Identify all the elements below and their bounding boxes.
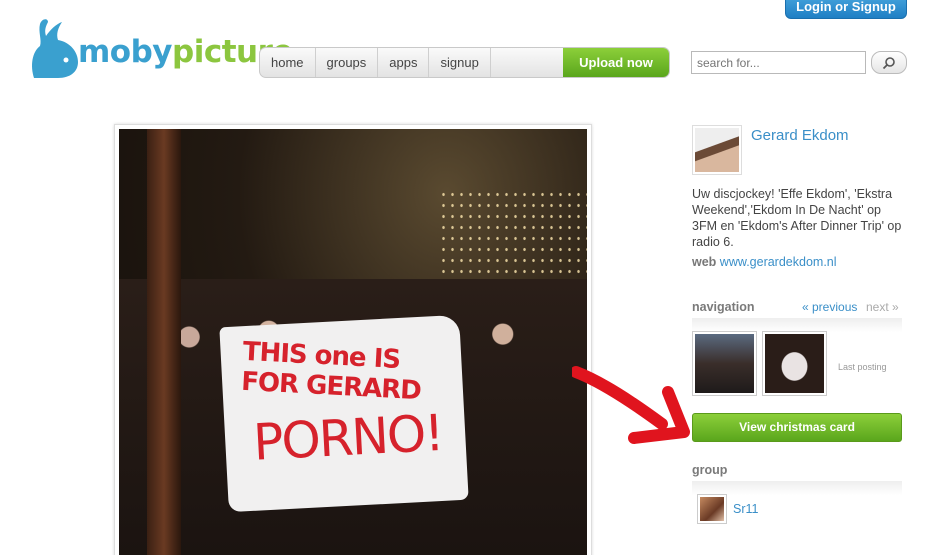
group-name-link[interactable]: Sr11 (733, 502, 758, 516)
user-bio: Uw discjockey! 'Effe Ekdom', 'Ekstra Wee… (692, 187, 902, 249)
web-label: web (692, 255, 717, 269)
logo-moby: moby (78, 34, 173, 70)
login-signup-button[interactable]: Login or Signup (785, 0, 907, 19)
web-link[interactable]: www.gerardekdom.nl (720, 255, 837, 269)
window-pole (147, 129, 181, 555)
group-title: group (692, 463, 728, 477)
banner-text-bottom: PORNO! (251, 403, 444, 472)
user-name-link[interactable]: Gerard Ekdom (751, 127, 849, 144)
group-divider (692, 481, 902, 495)
search-icon (882, 56, 895, 69)
user-avatar[interactable] (692, 125, 742, 175)
photo-image: THIS one IS FOR GERARD PORNO! (119, 129, 587, 555)
last-posting-label: Last posting (838, 362, 887, 372)
view-christmas-card-button[interactable]: View christmas card (692, 413, 902, 442)
search-input[interactable] (691, 51, 866, 74)
search-button[interactable] (871, 51, 907, 74)
main-nav: home groups apps signup Upload now (259, 47, 670, 78)
red-arrow-annotation (572, 366, 690, 444)
upload-now-button[interactable]: Upload now (563, 48, 669, 77)
nav-signup[interactable]: signup (429, 48, 491, 77)
banner: THIS one IS FOR GERARD PORNO! (219, 314, 469, 513)
banner-text-top: THIS one IS FOR GERARD (240, 336, 422, 407)
group-avatar[interactable] (697, 494, 727, 524)
nav-groups[interactable]: groups (316, 48, 379, 77)
user-web: web www.gerardekdom.nl (692, 255, 837, 269)
navigation-title: navigation (692, 300, 755, 314)
next-link[interactable]: next » (866, 300, 899, 314)
main-photo[interactable]: THIS one IS FOR GERARD PORNO! (114, 124, 592, 555)
nav-apps[interactable]: apps (378, 48, 430, 77)
thumbnail-current[interactable] (762, 331, 827, 396)
mobypicture-logo[interactable]: mobypicture (28, 14, 293, 80)
whale-icon (32, 19, 78, 78)
previous-link[interactable]: « previous (802, 300, 857, 314)
navigation-divider (692, 318, 902, 332)
nav-home[interactable]: home (260, 48, 316, 77)
thumbnail-previous[interactable] (692, 331, 757, 396)
